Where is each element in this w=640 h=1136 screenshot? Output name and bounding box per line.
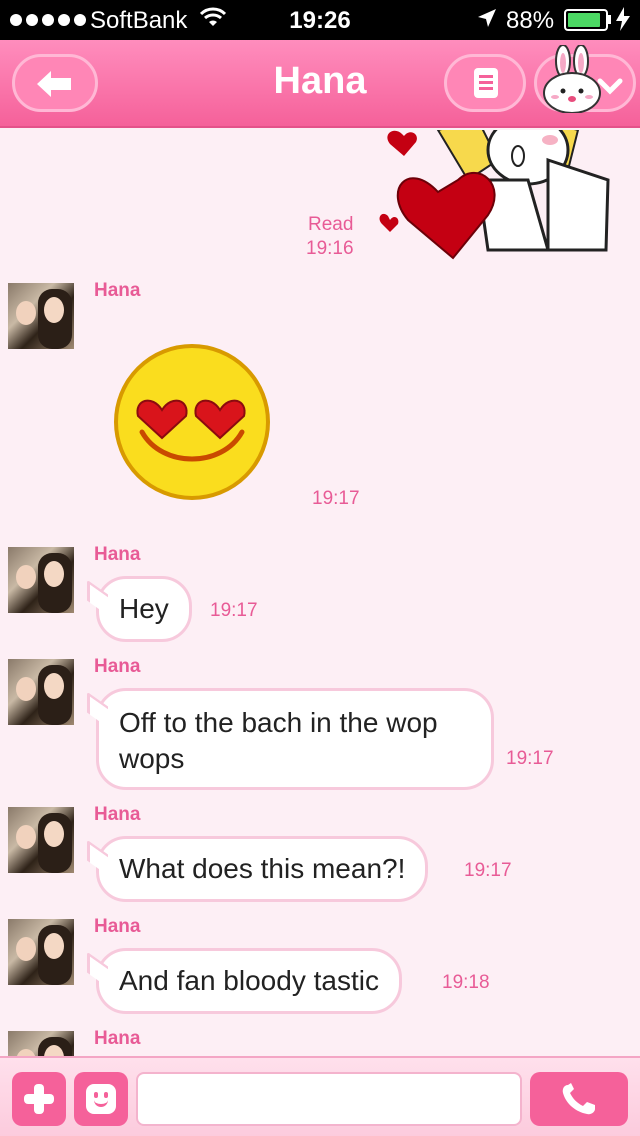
sender-avatar[interactable]	[8, 919, 74, 985]
message-text-line: wops	[119, 743, 185, 774]
message-bubble[interactable]: What does this mean?!	[96, 836, 429, 902]
bunny-avatar-icon	[543, 45, 601, 113]
message-time: 19:17	[312, 488, 360, 509]
sender-name: Hana	[94, 1028, 141, 1049]
status-bar: SoftBank 19:26 88%	[0, 0, 640, 40]
call-button[interactable]	[530, 1072, 628, 1126]
message-input[interactable]	[136, 1072, 522, 1126]
notes-button[interactable]	[444, 54, 526, 112]
battery-tip	[608, 15, 611, 24]
add-attachment-button[interactable]	[12, 1072, 66, 1126]
message-input-bar	[0, 1056, 640, 1136]
battery-percentage: 88%	[506, 7, 555, 34]
sender-avatar[interactable]	[8, 807, 74, 873]
message-time: 19:18	[442, 972, 490, 993]
message-text: And fan bloody tastic	[119, 965, 379, 996]
emoji-icon	[86, 1084, 116, 1114]
sent-sticker[interactable]	[378, 130, 614, 260]
sender-name: Hana	[94, 804, 141, 825]
message-text: Hey	[119, 593, 169, 624]
sender-name: Hana	[94, 544, 141, 565]
sticker-button[interactable]	[74, 1072, 128, 1126]
message-bubble[interactable]: Off to the bach in the wop wops	[96, 688, 494, 790]
sender-avatar[interactable]	[8, 1031, 74, 1056]
battery-icon	[564, 9, 608, 31]
message-text: What does this mean?!	[119, 853, 406, 884]
sender-avatar[interactable]	[8, 547, 74, 613]
notes-icon	[474, 68, 498, 98]
sender-name: Hana	[94, 916, 141, 937]
read-receipt: Read	[308, 214, 354, 235]
sender-name: Hana	[94, 656, 141, 677]
message-time: 19:17	[506, 748, 554, 769]
sender-avatar[interactable]	[8, 659, 74, 725]
location-arrow-icon	[476, 7, 498, 36]
message-time: 19:17	[210, 600, 258, 621]
message-time: 19:17	[464, 860, 512, 881]
charging-icon	[616, 7, 630, 37]
sender-avatar[interactable]	[8, 283, 74, 349]
friend-menu-button[interactable]	[534, 45, 636, 113]
message-bubble[interactable]: Hey	[96, 576, 192, 642]
phone-icon	[562, 1083, 595, 1115]
message-bubble[interactable]: And fan bloody tastic	[96, 948, 402, 1014]
message-text-line: Off to the bach in the wop	[119, 707, 438, 738]
sender-name: Hana	[94, 280, 141, 301]
chevron-down-icon	[597, 65, 623, 105]
heart-eyes-sticker[interactable]	[112, 342, 272, 502]
chat-history[interactable]: Read 19:16 Hana 19:17 Hana Hey 19:17 Han…	[0, 130, 640, 1056]
chat-header: Hana	[0, 40, 640, 128]
plus-icon	[24, 1084, 54, 1114]
message-time: 19:16	[306, 238, 354, 259]
